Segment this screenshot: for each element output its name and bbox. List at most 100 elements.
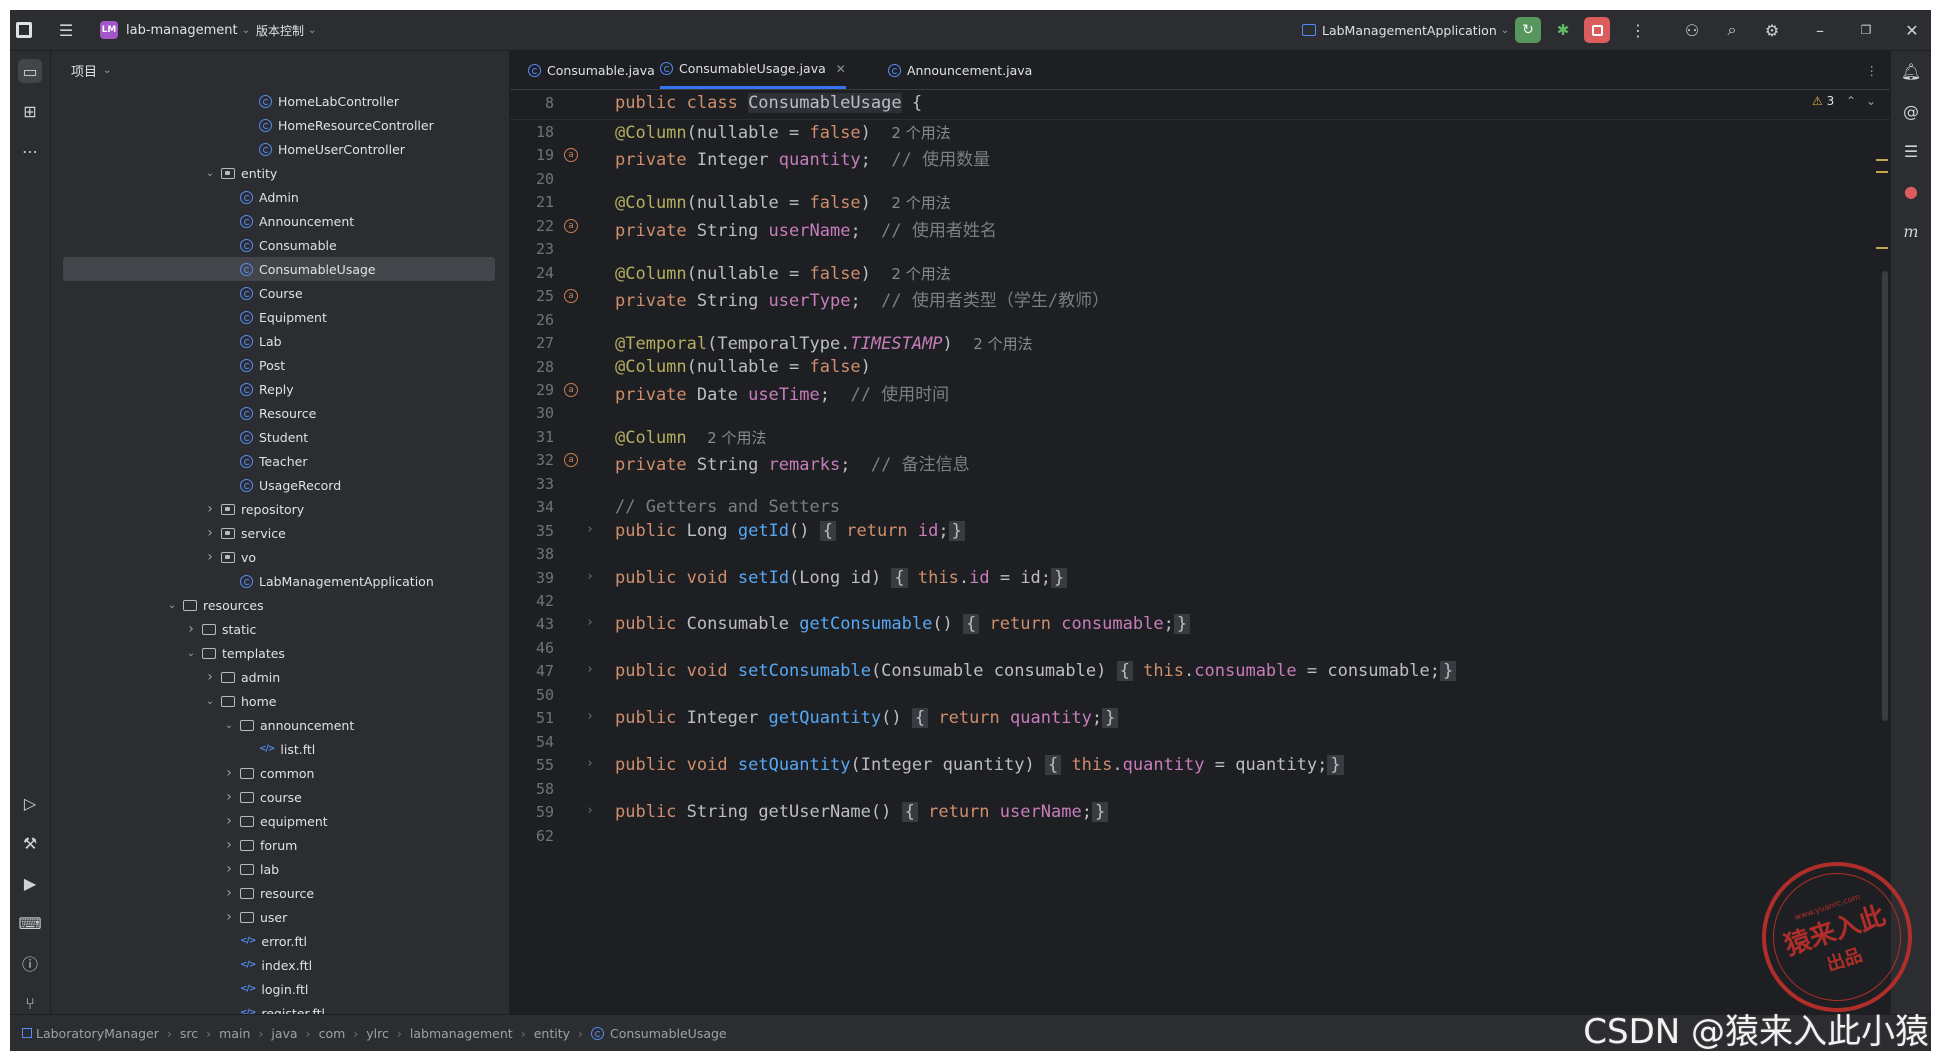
chevron-right-icon[interactable]: › bbox=[222, 837, 236, 853]
chevron-down-icon[interactable]: ⌄ bbox=[184, 648, 198, 659]
terminal-icon[interactable]: ⌨ bbox=[18, 911, 42, 935]
field-usage-icon[interactable]: a bbox=[564, 289, 578, 304]
chevron-right-icon[interactable]: › bbox=[203, 549, 217, 565]
tab-announcement[interactable]: Announcement.java bbox=[888, 51, 1032, 89]
tree-item[interactable]: </> register.ftl bbox=[51, 1001, 499, 1016]
chevron-right-icon[interactable]: › bbox=[222, 885, 236, 901]
breadcrumb-item[interactable]: main bbox=[219, 1026, 250, 1041]
debug-button[interactable]: ✱ bbox=[1550, 10, 1576, 50]
tree-item[interactable]: › lab bbox=[51, 857, 499, 881]
tab-options-icon[interactable]: ⋮ bbox=[1866, 51, 1879, 89]
tree-item[interactable]: › equipment bbox=[51, 809, 499, 833]
chevron-up-icon[interactable]: ⌃ bbox=[1846, 94, 1856, 108]
tree-item[interactable]: Resource bbox=[51, 401, 499, 425]
breadcrumb-item[interactable]: src bbox=[180, 1026, 198, 1041]
tree-item[interactable]: Consumable bbox=[51, 233, 499, 257]
breadcrumb-item[interactable]: labmanagement bbox=[410, 1026, 513, 1041]
tree-item[interactable]: </> error.ftl bbox=[51, 929, 499, 953]
tree-item[interactable]: › course bbox=[51, 785, 499, 809]
chevron-right-icon[interactable]: › bbox=[203, 525, 217, 541]
problems-icon[interactable]: ⓘ bbox=[18, 951, 42, 975]
breadcrumb-item[interactable]: java bbox=[271, 1026, 297, 1041]
tree-item[interactable]: › service bbox=[51, 521, 499, 545]
fold-chevron-icon[interactable]: › bbox=[586, 662, 594, 677]
breadcrumb-item[interactable]: entity bbox=[534, 1026, 570, 1041]
tree-item[interactable]: </> login.ftl bbox=[51, 977, 499, 1001]
tree-item[interactable]: ⌄ entity bbox=[51, 161, 499, 185]
close-icon[interactable]: ✕ bbox=[1902, 20, 1922, 40]
tree-item[interactable]: HomeLabController bbox=[51, 89, 499, 113]
chevron-down-icon[interactable]: ⌄ bbox=[1866, 94, 1876, 108]
field-usage-icon[interactable]: a bbox=[564, 453, 578, 468]
run-icon[interactable]: ▶ bbox=[18, 871, 42, 895]
services-icon[interactable]: ▷ bbox=[18, 791, 42, 815]
tree-item[interactable]: Teacher bbox=[51, 449, 499, 473]
chevron-down-icon[interactable]: ⌄ bbox=[165, 600, 179, 611]
database-icon[interactable]: ☰ bbox=[1899, 139, 1923, 163]
editor-scrollbar[interactable] bbox=[1882, 271, 1888, 721]
breadcrumb-item[interactable]: LaboratoryManager bbox=[36, 1026, 159, 1041]
fold-chevron-icon[interactable]: › bbox=[586, 803, 594, 818]
tree-item[interactable]: Lab bbox=[51, 329, 499, 353]
chevron-right-icon[interactable]: › bbox=[222, 789, 236, 805]
tree-item[interactable]: Course bbox=[51, 281, 499, 305]
build-icon[interactable]: ⚒ bbox=[18, 831, 42, 855]
tree-item[interactable]: ConsumableUsage bbox=[63, 257, 495, 281]
fold-chevron-icon[interactable]: › bbox=[586, 569, 594, 584]
app-logo-icon[interactable] bbox=[16, 10, 32, 50]
maven-icon[interactable]: m bbox=[1899, 219, 1923, 243]
fold-chevron-icon[interactable]: › bbox=[586, 615, 594, 630]
plugin-icon[interactable]: ● bbox=[1899, 179, 1923, 203]
breadcrumb-item[interactable]: ylrc bbox=[366, 1026, 389, 1041]
search-icon[interactable]: ⌕ bbox=[1722, 20, 1742, 40]
chevron-right-icon[interactable]: › bbox=[203, 501, 217, 517]
tree-item[interactable]: › static bbox=[51, 617, 499, 641]
tree-item[interactable]: Student bbox=[51, 425, 499, 449]
tree-item[interactable]: Post bbox=[51, 353, 499, 377]
stop-button[interactable] bbox=[1584, 10, 1610, 50]
maximize-icon[interactable]: ❐ bbox=[1856, 20, 1876, 40]
project-folder-icon[interactable]: ▭ bbox=[18, 59, 42, 83]
structure-icon[interactable]: ⊞ bbox=[18, 99, 42, 123]
tree-item[interactable]: ⌄ templates bbox=[51, 641, 499, 665]
field-usage-icon[interactable]: a bbox=[564, 148, 578, 163]
chevron-down-icon[interactable]: ⌄ bbox=[203, 696, 217, 707]
fold-chevron-icon[interactable]: › bbox=[586, 709, 594, 724]
chevron-right-icon[interactable]: › bbox=[203, 669, 217, 685]
fold-chevron-icon[interactable]: › bbox=[586, 522, 594, 537]
tree-item[interactable]: › admin bbox=[51, 665, 499, 689]
breadcrumb-item[interactable]: com bbox=[319, 1026, 346, 1041]
git-icon[interactable]: ⑂ bbox=[18, 991, 42, 1015]
notifications-icon[interactable]: 🔔︎ bbox=[1899, 59, 1923, 83]
tree-item[interactable]: › user bbox=[51, 905, 499, 929]
tree-item[interactable]: › repository bbox=[51, 497, 499, 521]
field-usage-icon[interactable]: a bbox=[564, 382, 578, 397]
tree-item[interactable]: › vo bbox=[51, 545, 499, 569]
inspection-widget[interactable]: ⚠ 3 ⌃ ⌄ bbox=[1812, 94, 1876, 108]
ai-assistant-icon[interactable]: @ bbox=[1899, 99, 1923, 123]
fold-chevron-icon[interactable]: › bbox=[586, 756, 594, 771]
tree-item[interactable]: UsageRecord bbox=[51, 473, 499, 497]
chevron-right-icon[interactable]: › bbox=[184, 621, 198, 637]
tree-item[interactable]: ⌄ resources bbox=[51, 593, 499, 617]
tree-item[interactable]: › resource bbox=[51, 881, 499, 905]
add-user-icon[interactable]: ⚇ bbox=[1682, 20, 1702, 40]
chevron-right-icon[interactable]: › bbox=[222, 861, 236, 877]
chevron-down-icon[interactable]: ⌄ bbox=[203, 168, 217, 179]
code-area[interactable]: 8 public class ConsumableUsage { ⚠ 3 ⌃ ⌄… bbox=[510, 90, 1890, 1015]
minimize-icon[interactable]: – bbox=[1810, 20, 1830, 40]
tab-consumable-usage[interactable]: ConsumableUsage.java ✕ bbox=[660, 51, 846, 89]
rerun-button[interactable]: ↻ bbox=[1515, 10, 1541, 50]
project-panel-header[interactable]: 项目 ⌄ bbox=[51, 51, 509, 89]
more-tools-icon[interactable]: ⋯ bbox=[18, 139, 42, 163]
chevron-down-icon[interactable]: ⌄ bbox=[222, 720, 236, 731]
chevron-right-icon[interactable]: › bbox=[222, 909, 236, 925]
field-usage-icon[interactable]: a bbox=[564, 218, 578, 233]
tree-item[interactable]: Reply bbox=[51, 377, 499, 401]
close-tab-icon[interactable]: ✕ bbox=[836, 62, 846, 76]
more-actions-icon[interactable]: ⋮ bbox=[1628, 20, 1648, 40]
tree-item[interactable]: </> index.ftl bbox=[51, 953, 499, 977]
chevron-right-icon[interactable]: › bbox=[222, 813, 236, 829]
chevron-right-icon[interactable]: › bbox=[222, 765, 236, 781]
tab-consumable[interactable]: Consumable.java bbox=[528, 51, 655, 89]
